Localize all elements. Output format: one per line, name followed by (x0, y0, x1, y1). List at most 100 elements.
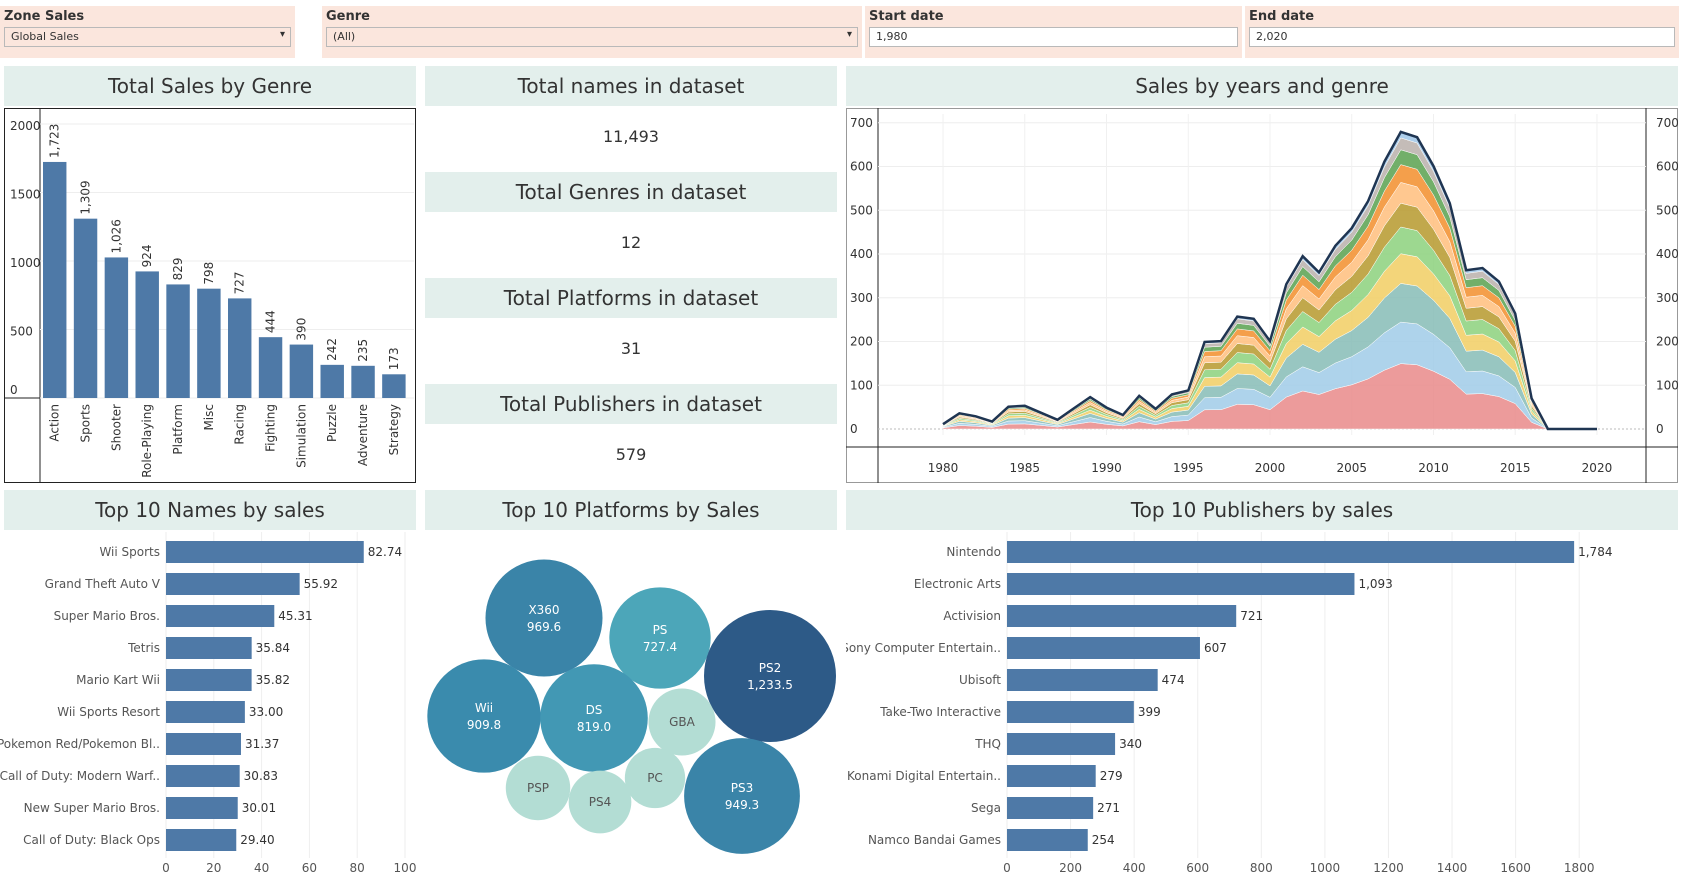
x-tick-label: 1600 (1500, 861, 1531, 875)
category-label: Sega (971, 801, 1001, 815)
y-tick-label: 400 (850, 247, 873, 261)
category-label: Grand Theft Auto V (45, 577, 161, 591)
platform-bubble (684, 738, 800, 854)
bubble-value-label: 819.0 (577, 720, 611, 734)
bar (382, 374, 406, 398)
bar (73, 218, 98, 398)
bubble-name-label: PS2 (759, 661, 782, 675)
y-tick-label: 1500 (10, 188, 41, 202)
platform-bubble (485, 559, 603, 677)
y-tick-label: 200 (850, 335, 873, 349)
names-kpi-value: 11,493 (603, 127, 659, 146)
category-label: Nintendo (946, 545, 1001, 559)
y-tick-label: 0 (850, 422, 858, 436)
top-publishers-title: Top 10 Publishers by sales (846, 490, 1678, 530)
category-label: Call of Duty: Modern Warf.. (0, 769, 160, 783)
bar-value-label: 279 (1100, 769, 1123, 783)
bar-value-label: 45.31 (278, 609, 312, 623)
x-tick-label: 400 (1123, 861, 1146, 875)
publishers-kpi-title: Total Publishers in dataset (425, 384, 837, 424)
bubble-name-label: Wii (475, 701, 493, 715)
end-date-input[interactable]: 2,020 (1249, 27, 1675, 47)
bar (1007, 765, 1096, 787)
category-label: Racing (233, 404, 247, 445)
category-label: Pokemon Red/Pokemon Bl.. (0, 737, 160, 751)
bar (166, 637, 252, 659)
bar-value-label: 271 (1097, 801, 1120, 815)
bar (104, 257, 129, 398)
x-tick-label: 2010 (1418, 461, 1449, 475)
top-names-title: Top 10 Names by sales (4, 490, 416, 530)
years-area-chart: 0 0 100 100 200 200 300 300 400 400 500 500 600 600 70… (846, 108, 1678, 483)
category-label: Namco Bandai Games (868, 833, 1001, 847)
x-tick-label: 80 (350, 861, 365, 875)
x-tick-label: 1985 (1010, 461, 1041, 475)
y-tick-label: 1000 (10, 256, 41, 270)
genres-kpi-value: 12 (620, 233, 642, 252)
bar (1007, 541, 1575, 563)
bar-value-label: 607 (1204, 641, 1227, 655)
bar-value-label: 1,093 (1358, 577, 1392, 591)
zone-sales-dropdown[interactable]: Global Sales ▾ (4, 27, 291, 47)
x-tick-label: 800 (1250, 861, 1273, 875)
bar-value-label: 390 (294, 318, 308, 341)
bar (43, 161, 67, 398)
y-tick-label: 100 (850, 378, 873, 392)
bar (135, 271, 159, 398)
genre-value: (All) (333, 30, 356, 43)
bar (258, 337, 283, 398)
x-tick-label: 0 (162, 861, 170, 875)
y-tick-label-right: 600 (1656, 160, 1678, 174)
bar (166, 605, 275, 627)
end-date-filter: End date 2,020 (1245, 6, 1679, 58)
category-label: Take-Two Interactive (879, 705, 1001, 719)
bar (166, 701, 245, 723)
genre-dropdown[interactable]: (All) ▾ (326, 27, 858, 47)
category-label: Puzzle (325, 404, 339, 442)
top-platforms-title: Top 10 Platforms by Sales (425, 490, 837, 530)
category-label: Mario Kart Wii (76, 673, 160, 687)
x-tick-label: 100 (394, 861, 417, 875)
genre-bar-chart: 0 500 1000 1500 2000 1,723 Action 1,309 Sports 1,… (4, 108, 416, 483)
zone-sales-value: Global Sales (11, 30, 79, 43)
bar (1007, 733, 1116, 755)
category-label: Strategy (387, 404, 401, 455)
bar-value-label: 30.01 (242, 801, 276, 815)
end-date-value: 2,020 (1256, 30, 1288, 43)
bar-value-label: 29.40 (240, 833, 274, 847)
y-tick-label: 500 (850, 203, 873, 217)
x-tick-label: 1990 (1091, 461, 1122, 475)
genre-chart-title: Total Sales by Genre (4, 66, 416, 106)
start-date-value: 1,980 (876, 30, 908, 43)
end-date-label: End date (1249, 9, 1315, 24)
bar (228, 298, 252, 398)
bubble-name-label: X360 (528, 603, 559, 617)
category-label: Adventure (356, 404, 370, 466)
bar (320, 364, 344, 398)
y-tick-label: 700 (850, 116, 873, 130)
bar-value-label: 30.83 (244, 769, 278, 783)
platforms-kpi-title: Total Platforms in dataset (425, 278, 837, 318)
bar (1007, 669, 1158, 691)
bar (1007, 829, 1088, 851)
bar (1007, 797, 1094, 819)
category-label: Misc (202, 404, 216, 431)
y-tick-label: 2000 (10, 119, 41, 133)
x-tick-label: 600 (1186, 861, 1209, 875)
bar-value-label: 82.74 (368, 545, 402, 559)
start-date-input[interactable]: 1,980 (869, 27, 1238, 47)
bar (166, 669, 252, 691)
genre-label: Genre (326, 9, 370, 24)
publishers-kpi-value: 579 (615, 445, 647, 464)
category-label: Sony Computer Entertain.. (846, 641, 1001, 655)
x-tick-label: 60 (302, 861, 317, 875)
start-date-filter: Start date 1,980 (865, 6, 1242, 58)
bar-value-label: 1,723 (48, 124, 62, 158)
bar-value-label: 924 (140, 245, 154, 268)
category-label: Fighting (264, 404, 278, 452)
zone-sales-label: Zone Sales (4, 9, 85, 24)
bubble-name-label: GBA (669, 715, 696, 729)
bar (1007, 573, 1355, 595)
x-tick-label: 20 (206, 861, 221, 875)
platforms-kpi-value: 31 (620, 339, 642, 358)
